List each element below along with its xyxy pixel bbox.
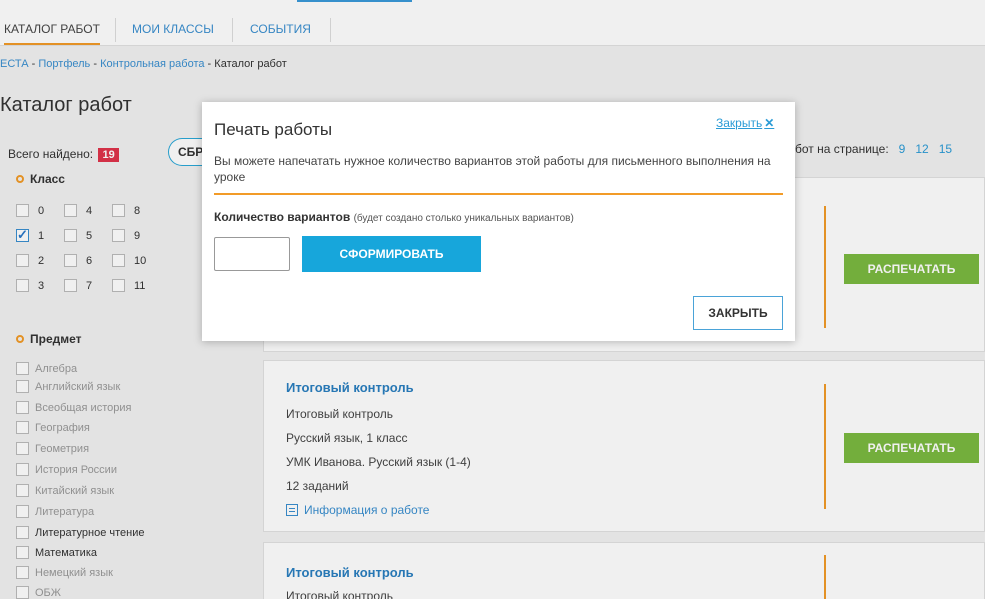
generate-button[interactable]: СФОРМИРОВАТЬ xyxy=(302,236,481,272)
modal-divider xyxy=(214,193,783,195)
modal-title: Печать работы xyxy=(214,120,333,139)
variant-count-label: Количество вариантов (будет создано стол… xyxy=(214,210,574,224)
modal-close-link[interactable]: Закрыть ✕ xyxy=(716,116,774,130)
close-button[interactable]: ЗАКРЫТЬ xyxy=(693,296,783,330)
modal-description: Вы можете напечатать нужное количество в… xyxy=(214,154,771,184)
variant-count-input[interactable] xyxy=(214,237,290,271)
close-icon: ✕ xyxy=(764,116,775,130)
print-work-modal: Печать работы Закрыть ✕ Вы можете напечат… xyxy=(202,102,795,341)
